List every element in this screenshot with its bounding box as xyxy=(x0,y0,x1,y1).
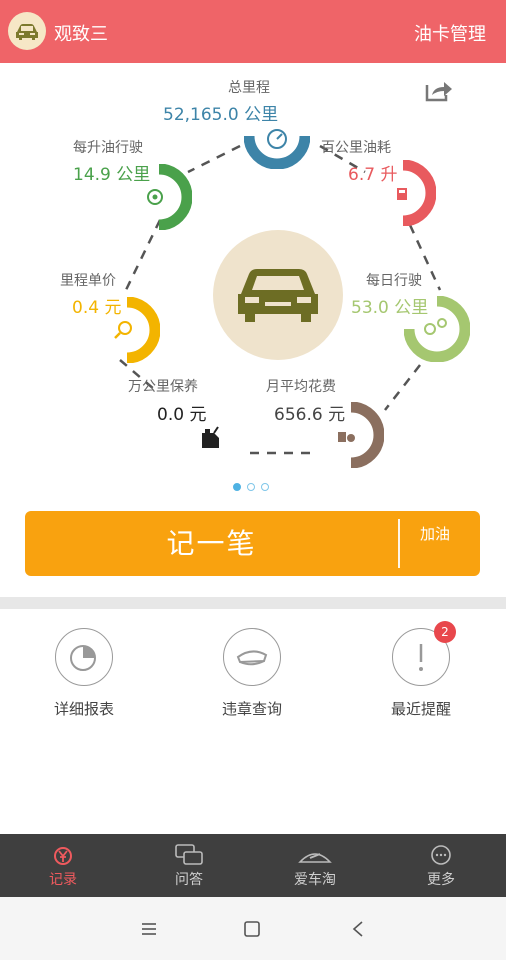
location-pin-icon xyxy=(424,323,436,335)
maintenance-label: 万公里保养 xyxy=(128,379,198,395)
violation-query-label: 违章查询 xyxy=(221,700,282,718)
add-fuel-button[interactable]: 加油 xyxy=(420,523,450,545)
fuel-per-100km-label: 百公里油耗 xyxy=(321,140,391,156)
fuel-card-management-link[interactable]: 油卡管理 xyxy=(414,20,486,46)
record-expense-label[interactable]: 记一笔 xyxy=(25,511,398,576)
tab-record[interactable]: 记录 xyxy=(0,834,126,897)
police-cap-icon[interactable] xyxy=(223,628,281,686)
detailed-report-action[interactable]: 详细报表 xyxy=(14,628,154,719)
maintenance-value: 0.0 元 xyxy=(157,405,207,425)
recent-reminders-label: 最近提醒 xyxy=(390,700,451,718)
section-divider xyxy=(0,597,506,609)
daily-km-gauge[interactable] xyxy=(404,296,470,362)
chat-bubbles-icon xyxy=(175,844,203,865)
page-dot xyxy=(261,483,269,491)
exclamation-icon[interactable]: 2 xyxy=(392,621,456,686)
page-dot-active xyxy=(233,483,241,491)
system-navigation-bar xyxy=(0,897,506,960)
monthly-cost-gauge[interactable] xyxy=(318,402,384,468)
oil-can-icon[interactable] xyxy=(197,424,223,450)
home-icon[interactable] xyxy=(243,920,261,938)
total-mileage-gauge[interactable] xyxy=(244,103,310,169)
page-indicator xyxy=(233,476,275,495)
km-per-liter-label: 每升油行驶 xyxy=(73,140,143,156)
cost-per-km-label: 里程单价 xyxy=(60,273,116,289)
cost-per-km-gauge[interactable] xyxy=(94,297,160,363)
more-dots-icon xyxy=(431,845,451,865)
tab-qa[interactable]: 问答 xyxy=(126,834,252,897)
car-avatar[interactable] xyxy=(8,12,46,50)
fuel-per-100km-gauge[interactable] xyxy=(370,160,436,226)
button-divider xyxy=(398,519,400,568)
car-name-title[interactable]: 观致三 xyxy=(54,20,108,46)
wallet-icon xyxy=(338,432,346,442)
yen-record-icon xyxy=(54,847,72,865)
total-mileage-label: 总里程 xyxy=(228,80,270,96)
back-icon[interactable] xyxy=(350,920,366,938)
violation-query-action[interactable]: 违章查询 xyxy=(182,628,322,719)
page-dot xyxy=(247,483,255,491)
coin-icon xyxy=(118,321,132,335)
daily-km-label: 每日行驶 xyxy=(366,273,422,289)
tab-car-shop-label: 爱车淘 xyxy=(294,872,336,888)
monthly-cost-label: 月平均花费 xyxy=(266,379,336,395)
center-car-circle xyxy=(213,230,343,360)
recent-reminders-action[interactable]: 2 最近提醒 xyxy=(351,621,491,719)
detailed-report-label: 详细报表 xyxy=(53,700,114,718)
notification-badge: 2 xyxy=(434,621,456,643)
menu-icon[interactable] xyxy=(140,921,158,937)
tab-more-label: 更多 xyxy=(427,872,455,888)
tab-car-shop[interactable]: 爱车淘 xyxy=(252,834,378,897)
car-icon xyxy=(16,24,38,40)
km-per-liter-gauge[interactable] xyxy=(126,164,192,230)
tab-more[interactable]: 更多 xyxy=(378,834,504,897)
fuel-pump-icon xyxy=(397,188,407,200)
car-icon xyxy=(238,269,318,322)
record-expense-button[interactable]: 记一笔 加油 xyxy=(25,511,480,576)
tab-record-label: 记录 xyxy=(49,872,77,888)
bottom-navigation: 记录 问答 爱车淘 更多 xyxy=(0,834,506,897)
report-icon[interactable] xyxy=(55,628,113,686)
tab-qa-label: 问答 xyxy=(175,872,203,888)
car-shop-icon xyxy=(298,853,332,863)
